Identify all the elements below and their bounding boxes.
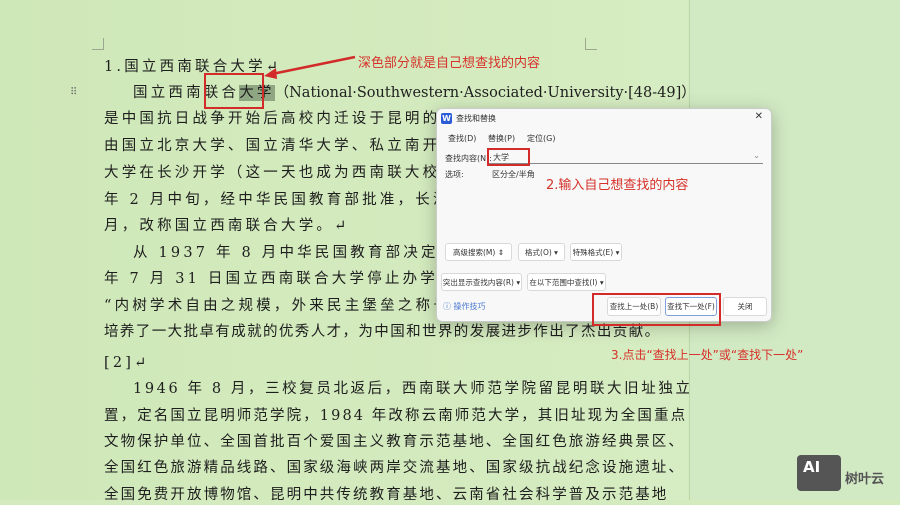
annotation-2: 2.输入自己想查找的内容 bbox=[546, 178, 689, 193]
annotation-3: 3.点击“查找上一处”或“查找下一处” bbox=[611, 348, 804, 362]
annotation-1: 深色部分就是自己想查找的内容 bbox=[358, 56, 541, 71]
annotation-box-input bbox=[487, 148, 530, 166]
annotation-arrow bbox=[264, 55, 356, 79]
annotation-box-buttons bbox=[592, 293, 721, 326]
watermark-logo: AI bbox=[797, 455, 841, 491]
watermark-text: 树叶云 bbox=[845, 472, 885, 487]
